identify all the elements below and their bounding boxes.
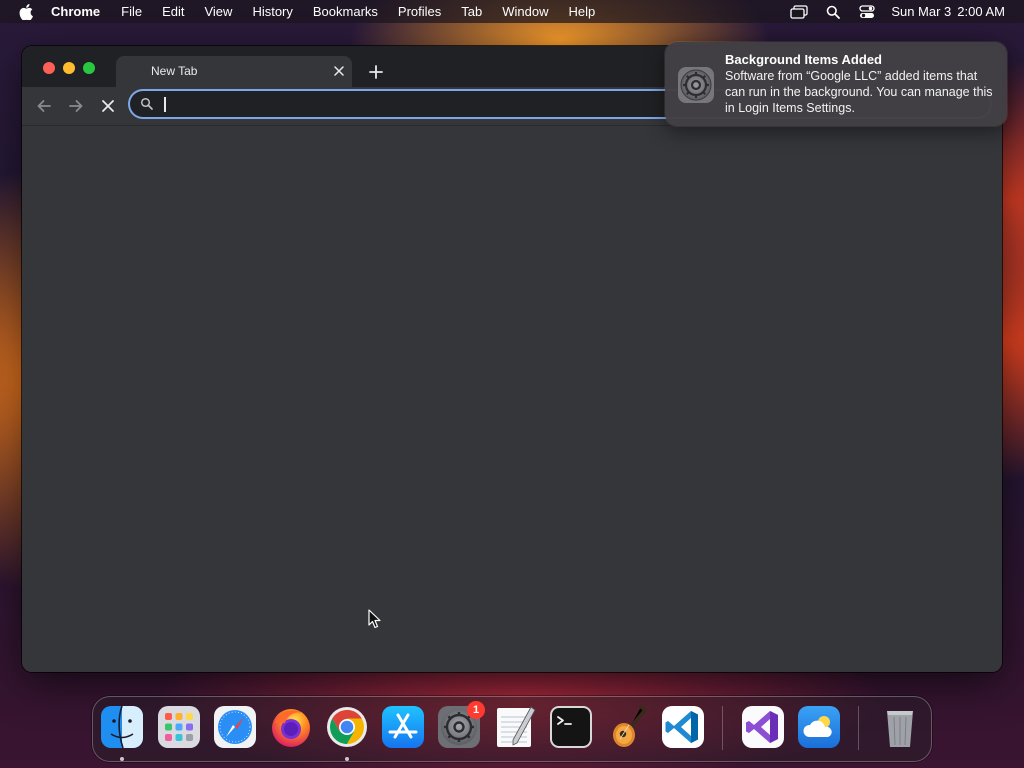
menu-clock[interactable]: Sun Mar 3 2:00 AM [891,4,1005,19]
menu-file[interactable]: File [121,4,142,19]
new-tab-plus-icon[interactable] [368,64,384,80]
dock-separator-trash [858,706,859,750]
page-content[interactable] [22,126,1002,672]
safari-icon[interactable] [213,705,257,749]
background-items-notification[interactable]: Background Items Added Software from “Go… [665,42,1007,126]
menu-window[interactable]: Window [502,4,548,19]
textedit-icon[interactable] [493,705,537,749]
search-icon [140,97,153,110]
menu-tab[interactable]: Tab [461,4,482,19]
trash-icon[interactable] [878,705,922,749]
system-settings-gear-icon [678,67,714,103]
firefox-icon[interactable] [269,705,313,749]
clock-time: 2:00 AM [957,4,1005,19]
menu-app-name[interactable]: Chrome [51,4,100,19]
apple-menu-icon[interactable] [19,3,33,20]
chrome-running-indicator [345,757,349,761]
back-arrow-icon[interactable] [35,97,53,115]
menu-history[interactable]: History [252,4,292,19]
notification-title: Background Items Added [725,52,882,67]
control-center-icon[interactable] [857,4,877,20]
tab-new-tab[interactable]: New Tab [116,56,352,87]
text-caret [164,97,166,112]
clock-date: Sun Mar 3 [891,4,952,19]
terminal-icon[interactable] [549,705,593,749]
chrome-icon[interactable] [325,705,369,749]
menu-help[interactable]: Help [569,4,596,19]
screen-mirroring-icon[interactable] [789,4,809,20]
dock-separator [722,706,723,750]
menu-bar: Chrome File Edit View History Bookmarks … [0,0,1024,23]
finder-icon[interactable] [100,705,144,749]
dock: 1 [92,696,932,762]
forward-arrow-icon[interactable] [67,97,85,115]
vscode-icon[interactable] [661,705,705,749]
tab-close-icon[interactable] [332,64,346,78]
menu-bookmarks[interactable]: Bookmarks [313,4,378,19]
app-store-icon[interactable] [381,705,425,749]
garageband-icon[interactable] [605,705,649,749]
chrome-window: New Tab [22,46,1002,672]
stop-loading-icon[interactable] [99,97,117,115]
visual-studio-icon[interactable] [741,705,785,749]
menu-edit[interactable]: Edit [162,4,184,19]
finder-running-indicator [120,757,124,761]
launchpad-icon[interactable] [157,705,201,749]
weather-icon[interactable] [797,705,841,749]
system-settings-icon[interactable]: 1 [437,701,485,749]
spotlight-search-icon[interactable] [823,4,843,20]
menu-profiles[interactable]: Profiles [398,4,441,19]
tab-title: New Tab [151,64,198,78]
menu-view[interactable]: View [204,4,232,19]
notification-body: Software from “Google LLC” added items t… [725,69,993,115]
window-zoom-button[interactable] [83,62,95,74]
notification-badge: 1 [467,701,485,719]
window-close-button[interactable] [43,62,55,74]
window-minimize-button[interactable] [63,62,75,74]
mouse-cursor-icon [368,609,381,629]
